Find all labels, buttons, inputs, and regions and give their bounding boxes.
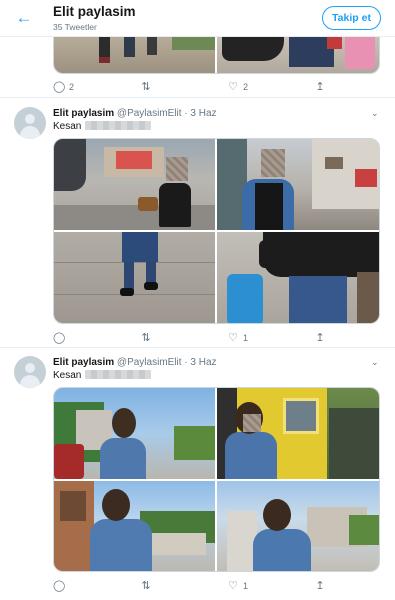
tweet[interactable]: Elit paylasim @PaylasimElit · 3 Haz ⌄ Ke…: [0, 98, 395, 348]
like-button[interactable]: ♡ 1: [227, 331, 248, 345]
tweet-actions: ◯ ⇅ ♡ 1 ↥: [53, 579, 353, 593]
tweet-media[interactable]: [53, 387, 380, 572]
chevron-down-icon[interactable]: ⌄: [371, 357, 379, 368]
profile-header: ← Elit paylasim 35 Tweetler Takip et: [0, 0, 395, 37]
reply-button[interactable]: ◯ 2: [53, 80, 74, 94]
share-button[interactable]: ↥: [314, 579, 326, 593]
heart-icon: ♡: [228, 81, 238, 93]
redacted-text: [85, 121, 152, 130]
reply-count: 2: [69, 82, 75, 92]
photo[interactable]: [54, 481, 215, 571]
share-button[interactable]: ↥: [314, 80, 326, 94]
retweet-icon: ⇅: [141, 332, 151, 344]
photo[interactable]: [54, 232, 215, 323]
heart-icon: ♡: [228, 580, 238, 592]
author-handle[interactable]: @PaylasimElit · 3 Haz: [117, 108, 217, 119]
avatar[interactable]: [14, 356, 46, 388]
tweet-text: Kesan: [53, 121, 152, 132]
tweet-text-content: Kesan: [53, 370, 82, 381]
like-button[interactable]: ♡ 2: [227, 80, 248, 94]
photo[interactable]: [217, 232, 379, 323]
tweet-text-content: Kesan: [53, 121, 82, 132]
tweet-media[interactable]: [53, 37, 380, 74]
share-icon: ↥: [315, 81, 325, 93]
like-count: 2: [243, 82, 249, 92]
like-button[interactable]: ♡ 1: [227, 579, 248, 593]
tweet-meta: Elit paylasim @PaylasimElit · 3 Haz: [53, 108, 217, 119]
avatar[interactable]: [14, 107, 46, 139]
retweet-button[interactable]: ⇅: [140, 331, 156, 345]
author-name[interactable]: Elit paylasim: [53, 357, 114, 368]
retweet-icon: ⇅: [141, 81, 151, 93]
author-handle[interactable]: @PaylasimElit · 3 Haz: [117, 357, 217, 368]
reply-icon: ◯: [53, 332, 66, 344]
share-icon: ↥: [315, 580, 325, 592]
tweet-actions: ◯ ⇅ ♡ 1 ↥: [53, 331, 353, 345]
photo[interactable]: [217, 388, 379, 479]
share-icon: ↥: [315, 332, 325, 344]
tweet-meta: Elit paylasim @PaylasimElit · 3 Haz: [53, 357, 217, 368]
heart-icon: ♡: [228, 332, 238, 344]
tweet-count: 35 Tweetler: [53, 22, 97, 32]
tweet[interactable]: Elit paylasim @PaylasimElit · 3 Haz ⌄ Ke…: [0, 348, 395, 600]
photo[interactable]: [54, 388, 215, 479]
photo[interactable]: [217, 481, 379, 571]
photo[interactable]: [54, 37, 215, 73]
chevron-down-icon[interactable]: ⌄: [371, 108, 379, 119]
reply-icon: ◯: [53, 81, 66, 93]
tweet-partial: ◯ 2 ⇅ ♡ 2 ↥: [0, 37, 395, 98]
reply-icon: ◯: [53, 580, 66, 592]
redacted-text: [85, 370, 152, 379]
tweet-media[interactable]: [53, 138, 380, 324]
tweet-actions: ◯ 2 ⇅ ♡ 2 ↥: [53, 80, 353, 94]
photo[interactable]: [217, 37, 379, 73]
reply-button[interactable]: ◯: [53, 579, 69, 593]
profile-name: Elit paylasim: [53, 4, 136, 19]
photo[interactable]: [217, 139, 379, 230]
author-name[interactable]: Elit paylasim: [53, 108, 114, 119]
tweet-text: Kesan: [53, 370, 152, 381]
retweet-button[interactable]: ⇅: [140, 579, 156, 593]
reply-button[interactable]: ◯: [53, 331, 69, 345]
retweet-button[interactable]: ⇅: [140, 80, 156, 94]
like-count: 1: [243, 581, 249, 591]
retweet-icon: ⇅: [141, 580, 151, 592]
follow-button[interactable]: Takip et: [322, 6, 381, 30]
like-count: 1: [243, 333, 249, 343]
photo[interactable]: [54, 139, 215, 230]
back-arrow-icon[interactable]: ←: [14, 9, 34, 27]
share-button[interactable]: ↥: [314, 331, 326, 345]
